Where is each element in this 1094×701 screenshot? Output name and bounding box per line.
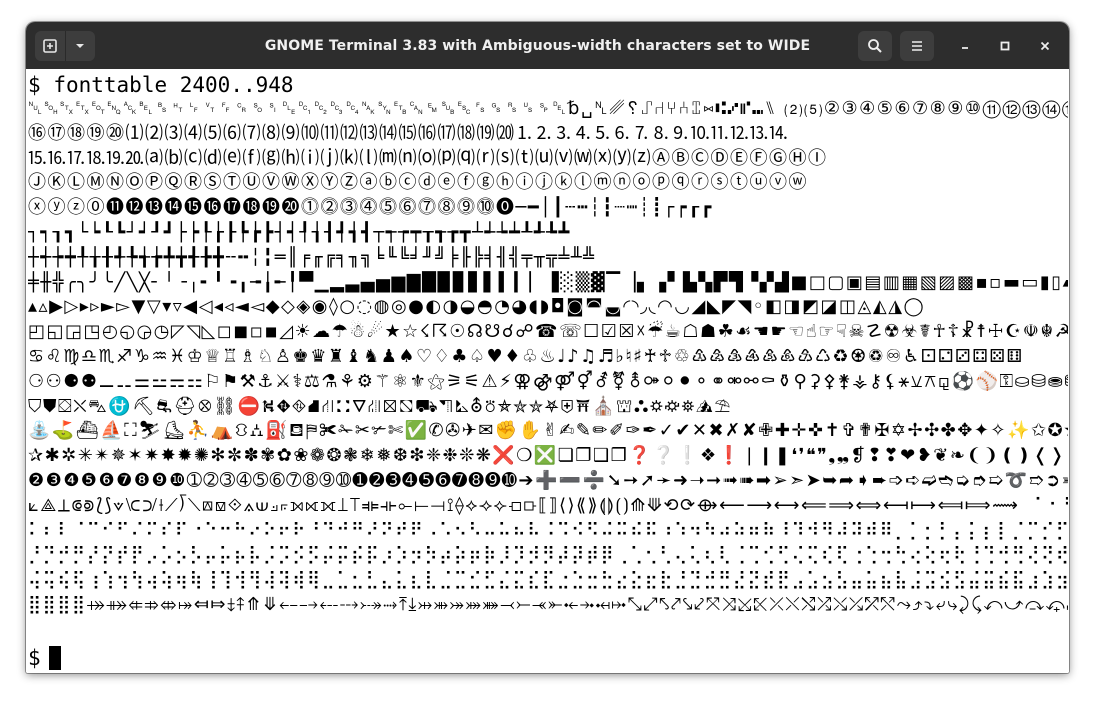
close-button[interactable] <box>1032 33 1058 59</box>
output-row: ⢬⢭⢮⢯⢰⢱⢲⢳⢴⢵⢶⢷⢸⢹⢺⢻⢼⢽⢾⢿⣀⣁⣂⣃⣄⣅⣆⣇⣈⣉⣊⣋⣌⣍⣎⣏⣐⣑⣒⣓… <box>28 569 1068 591</box>
new-tab-button[interactable] <box>35 31 65 61</box>
header-bar: GNOME Terminal 3.83 with Ambiguous-width… <box>26 22 1069 69</box>
active-prompt[interactable]: $ <box>28 645 61 671</box>
output-row: ⓧⓨⓩ⓪⓫⓬⓭⓮⓯⓰⓱⓲⓳⓴⓵⓶⓷⓸⓹⓺⓻⓼⓽⓾⓿─━│┃┄┅┆┇┈┉┊┋┌┍┎… <box>28 197 713 219</box>
output-row: ┼┽┾┿╀╁╂╃╄╅╆╇╈╉╊╋╌╍╎╏═║╒╓╔╕╖╗╘╙╚╛╜╝╞╟╠╡╢╣… <box>28 246 596 268</box>
output-row: ◰◱◲◳◴◵◶◷◸◹◺◻◼◽◾◿☀☁☂☃☄★☆☇☈☉☊☋☌☍☎☏☐☑☒☓☔☕☖☗… <box>28 321 1068 343</box>
terminal-content[interactable]: $ fonttable 2400..948 ␀␁␂␃␄␅␆␇␈␉␊␋␌␍␎␏␐␑… <box>26 69 1069 673</box>
output-row: ♋♌♍♎♏♐♑♒♓♔♕♖♗♘♙♚♛♜♝♞♟♠♡♢♣♤♥♦♧♨♩♪♫♬♭♮♯♰♱♲… <box>28 345 1024 367</box>
search-icon <box>868 39 882 53</box>
new-tab-icon <box>42 39 57 53</box>
main-menu-button[interactable] <box>900 31 934 61</box>
output-row: ▴▵▶▷▸▹►▻▼▽▾▿◀◁◂◃◄◅◆◇◈◉◊○◌◍◎●◐◑◒◓◔◕◖◗◘◙◚◛… <box>28 296 926 318</box>
output-row: ⛲⛳⛴⛵⛶⛷⛸⛹⛺⛻⛼⛽⛾⛿✀✁✂✃✄✅✆✇✈✉✊✋✌✍✎✏✐✑✒✓✔✕✖✗✘✙… <box>28 420 1068 442</box>
prompt-symbol: $ <box>28 646 41 670</box>
output-row: ⚆⚇⚈⚉⚊⚋⚌⚍⚎⚏⚐⚑⚒⚓⚔⚕⚖⚗⚘⚙⚚⚛⚜⚝⚞⚟⚠⚡⚢⚣⚤⚥⚦⚧⚨⚩⚪⚫⚬⚭… <box>28 370 1068 392</box>
output-row: ⟀⟁⟂⟃⟄⟅⟆⟇⟈⟉⟊⟋⟌⟍⟎⟏⟐⟑⟒⟓⟔⟕⟖⟗⟘⟙⟚⟛⟜⟝⟞⟟⟠⟡⟢⟣⟤⟥⟦⟧… <box>28 494 1068 516</box>
output-row: ⑯⑰⑱⑲⑳⑴⑵⑶⑷⑸⑹⑺⑻⑼⑽⑾⑿⒀⒁⒂⒃⒄⒅⒆⒇⒈⒉⒊⒋⒌⒍⒎⒏⒐⒑⒒⒓⒔⒕ <box>28 122 789 144</box>
window-title: GNOME Terminal 3.83 with Ambiguous-width… <box>264 37 811 54</box>
text-cursor <box>48 646 61 670</box>
output-row: ⛉⛊⛋⛌⛍⛎⛏⛐⛑⛒⛓⛔⛕⛖⛗⛘⛙⛚⛛⛜⛝⛞⛟⛠⛡⛢⛣⛤⛥⛦⛧⛨⛩⛪⛫⛬⛭⛮⛯⛰… <box>28 395 732 417</box>
output-row: ⠅⠆⠇⠈⠉⠊⠋⠌⠍⠎⠏⠐⠑⠒⠓⠔⠕⠖⠗⠘⠙⠚⠛⠜⠝⠞⠟⠠⠡⠢⠣⠤⠥⠦⠧⠨⠩⠪⠫⠬… <box>28 519 1068 541</box>
maximize-icon <box>1000 41 1010 51</box>
chevron-down-icon <box>76 44 85 48</box>
close-icon <box>1040 41 1050 51</box>
output-row: ❷❸❹❺❻❼❽❾❿➀➁➂➃➄➅➆➇➈➉➊➋➌➍➎➏➐➑➒➓➔➕➖➗➘➙➚➛➜➝➞… <box>28 469 1068 491</box>
output-row: ⒿⓀⓁⓂⓃⓄⓅⓆⓇⓈⓉⓊⓋⓌⓍⓎⓏⓐⓑⓒⓓⓔⓕⓖⓗⓘⓙⓚⓛⓜⓝⓞⓟⓠⓡⓢⓣⓤⓥⓦ <box>28 172 808 194</box>
output-row: ┐┑┒┓└┕┖┗┘┙┚┛├┝┞┟┠┡┢┣┤┥┦┧┨┩┪┫┬┭┮┯┰┱┲┳┴┵┶┷… <box>28 221 571 243</box>
font-table-output: ␀␁␂␃␄␅␆␇␈␉␊␋␌␍␎␏␐␑␒␓␔␕␖␗␘␙␚␛␜␝␞␟␠␡␢␣␤␥␦⑀… <box>28 97 1068 645</box>
prompt-symbol: $ <box>28 73 41 97</box>
command-line: $ fonttable 2400..948 <box>28 72 294 98</box>
new-tab-button-group <box>35 31 95 61</box>
maximize-button[interactable] <box>992 33 1018 59</box>
command-text: fonttable 2400..948 <box>53 73 294 97</box>
output-row: ⣿⣿⣿⣿⤀⤁⤂⤃⤄⤅⤆⤇⤈⤉⤊⤋⤌⤍⤎⤏⤐⤑⤒⤓⤔⤕⤖⤗⤘⤙⤚⤛⤜⤝⤞⤟⤠⤡⤢⤣… <box>28 593 1068 615</box>
output-row: ✰✱✲✳✴✵✶✷✸✹✺✻✼✽✾✿❀❁❂❃❄❅❆❇❈❉❊❋❌❍❎❏❐❑❒❓❔❕❖❗… <box>28 445 1068 467</box>
hamburger-menu-icon <box>912 41 922 51</box>
minimize-button[interactable] <box>952 33 978 59</box>
output-row: ╪╫╬╭╮╯╰╱╲╳╴╵╶╷╸╹╺╻╼╽╾╿▀▁▂▃▄▅▆▇█▉▊▋▌▍▎▏▐░… <box>28 271 1068 293</box>
output-row: ⒖⒗⒘⒙⒚⒛⒜⒝⒞⒟⒠⒡⒢⒣⒤⒥⒦⒧⒨⒩⒪⒫⒬⒭⒮⒯⒰⒱⒲⒳⒴⒵ⒶⒷⒸⒹⒺⒻⒼⒽ… <box>28 147 828 169</box>
output-row: ⡘⡙⡚⡛⡜⡝⡞⡟⡠⡡⡢⡣⡤⡥⡦⡧⡨⡩⡪⡫⡬⡭⡮⡯⡰⡱⡲⡳⡴⡵⡶⡷⡸⡹⡺⡻⡼⡽⡾⡿… <box>28 544 1068 566</box>
minimize-icon <box>962 47 968 49</box>
terminal-window: GNOME Terminal 3.83 with Ambiguous-width… <box>26 22 1069 673</box>
search-button[interactable] <box>858 31 892 61</box>
new-tab-menu-button[interactable] <box>64 31 96 61</box>
output-row: ␀␁␂␃␄␅␆␇␈␉␊␋␌␍␎␏␐␑␒␓␔␕␖␗␘␙␚␛␜␝␞␟␠␡␢␣␤␥␦⑀… <box>28 98 1068 119</box>
